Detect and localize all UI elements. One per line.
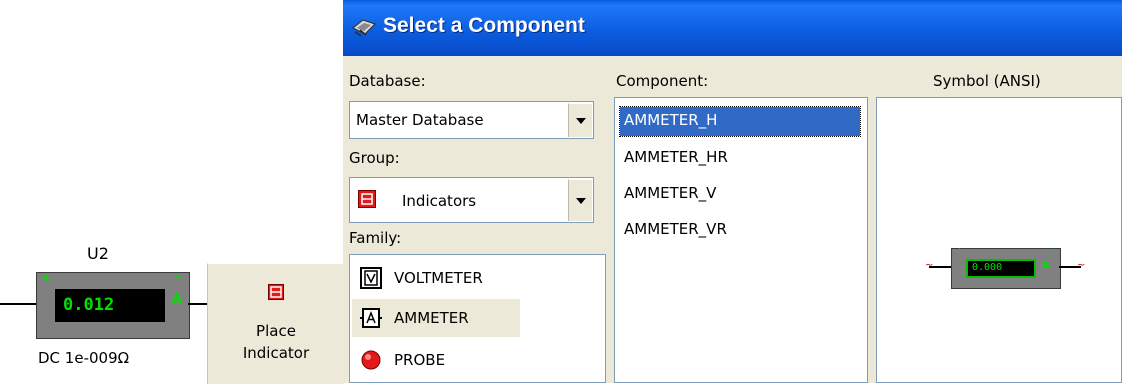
component-list[interactable]: AMMETER_H AMMETER_HR AMMETER_V AMMETER_V…: [614, 97, 868, 383]
group-select[interactable]: Indicators: [349, 177, 594, 223]
component-item-label: AMMETER_VR: [624, 220, 727, 238]
ammeter-icon: [360, 308, 382, 328]
component-item[interactable]: AMMETER_VR: [624, 220, 727, 238]
place-button-label-line1: Place: [256, 322, 296, 340]
database-select[interactable]: Master Database: [349, 101, 594, 139]
dialog-titlebar[interactable]: Select a Component: [343, 0, 1122, 56]
component-item-selected[interactable]: AMMETER_H: [619, 106, 861, 137]
wire-left: [0, 303, 37, 305]
meter-display: 0.012: [55, 289, 165, 322]
component-item[interactable]: AMMETER_HR: [624, 148, 728, 166]
group-dropdown-button[interactable]: [568, 179, 592, 221]
meter-reading: 0.012: [63, 295, 115, 315]
symbol-display: 0.000: [966, 259, 1036, 278]
dialog-title: Select a Component: [383, 14, 585, 37]
place-button-label-line2: Indicator: [242, 344, 310, 362]
component-item-label: AMMETER_V: [624, 184, 717, 202]
family-item-label: PROBE: [394, 351, 446, 369]
symbol-unit-label: A: [1042, 260, 1050, 271]
unit-label: A: [172, 293, 183, 308]
symbol-preview-panel: ~ + - 0.000 A ~: [876, 97, 1122, 383]
plus-terminal-label: +: [40, 270, 52, 286]
component-value-label: DC 1e-009Ω: [38, 349, 130, 367]
symbol-reading: 0.000: [972, 262, 1003, 273]
family-item-voltmeter[interactable]: VOLTMETER: [352, 261, 602, 295]
component-item[interactable]: AMMETER_V: [624, 184, 716, 202]
ammeter-symbol[interactable]: + - 0.012 A: [36, 268, 190, 339]
database-select-value: Master Database: [356, 111, 484, 129]
symbol-minus-label: -: [1050, 244, 1054, 257]
place-indicator-button[interactable]: Place Indicator: [207, 263, 344, 384]
chevron-down-icon: [576, 198, 586, 204]
chevron-down-icon: [576, 118, 586, 124]
voltmeter-icon: [360, 267, 382, 289]
family-label: Family:: [349, 229, 402, 247]
family-item-label: VOLTMETER: [394, 269, 483, 287]
symbol-label: Symbol (ANSI): [933, 72, 1041, 90]
select-component-dialog: Select a Component Database: Master Data…: [343, 0, 1122, 383]
symbol-wire-left-end: ~: [925, 260, 934, 271]
indicator-group-icon: [358, 190, 376, 208]
symbol-ammeter-body: + - 0.000 A: [951, 244, 1061, 289]
database-dropdown-button[interactable]: [568, 103, 592, 137]
component-ref-label: U2: [87, 244, 109, 263]
family-item-probe[interactable]: PROBE: [352, 341, 602, 379]
group-select-value: Indicators: [402, 192, 477, 210]
component-label: Component:: [616, 72, 709, 90]
minus-terminal-label: -: [174, 268, 180, 284]
family-item-ammeter[interactable]: AMMETER: [352, 299, 520, 337]
family-item-label: AMMETER: [394, 309, 469, 327]
symbol-wire-right-end: ~: [1077, 260, 1086, 271]
symbol-plus-label: +: [955, 245, 965, 258]
family-list[interactable]: VOLTMETER AMMETER PROBE: [349, 254, 606, 383]
component-item-label: AMMETER_H: [624, 111, 718, 129]
database-label: Database:: [349, 72, 426, 90]
probe-icon: [361, 350, 381, 370]
indicator-icon: [268, 284, 284, 300]
group-label: Group:: [349, 149, 400, 167]
component-item-label: AMMETER_HR: [624, 148, 728, 166]
dialog-app-icon: [352, 19, 376, 37]
